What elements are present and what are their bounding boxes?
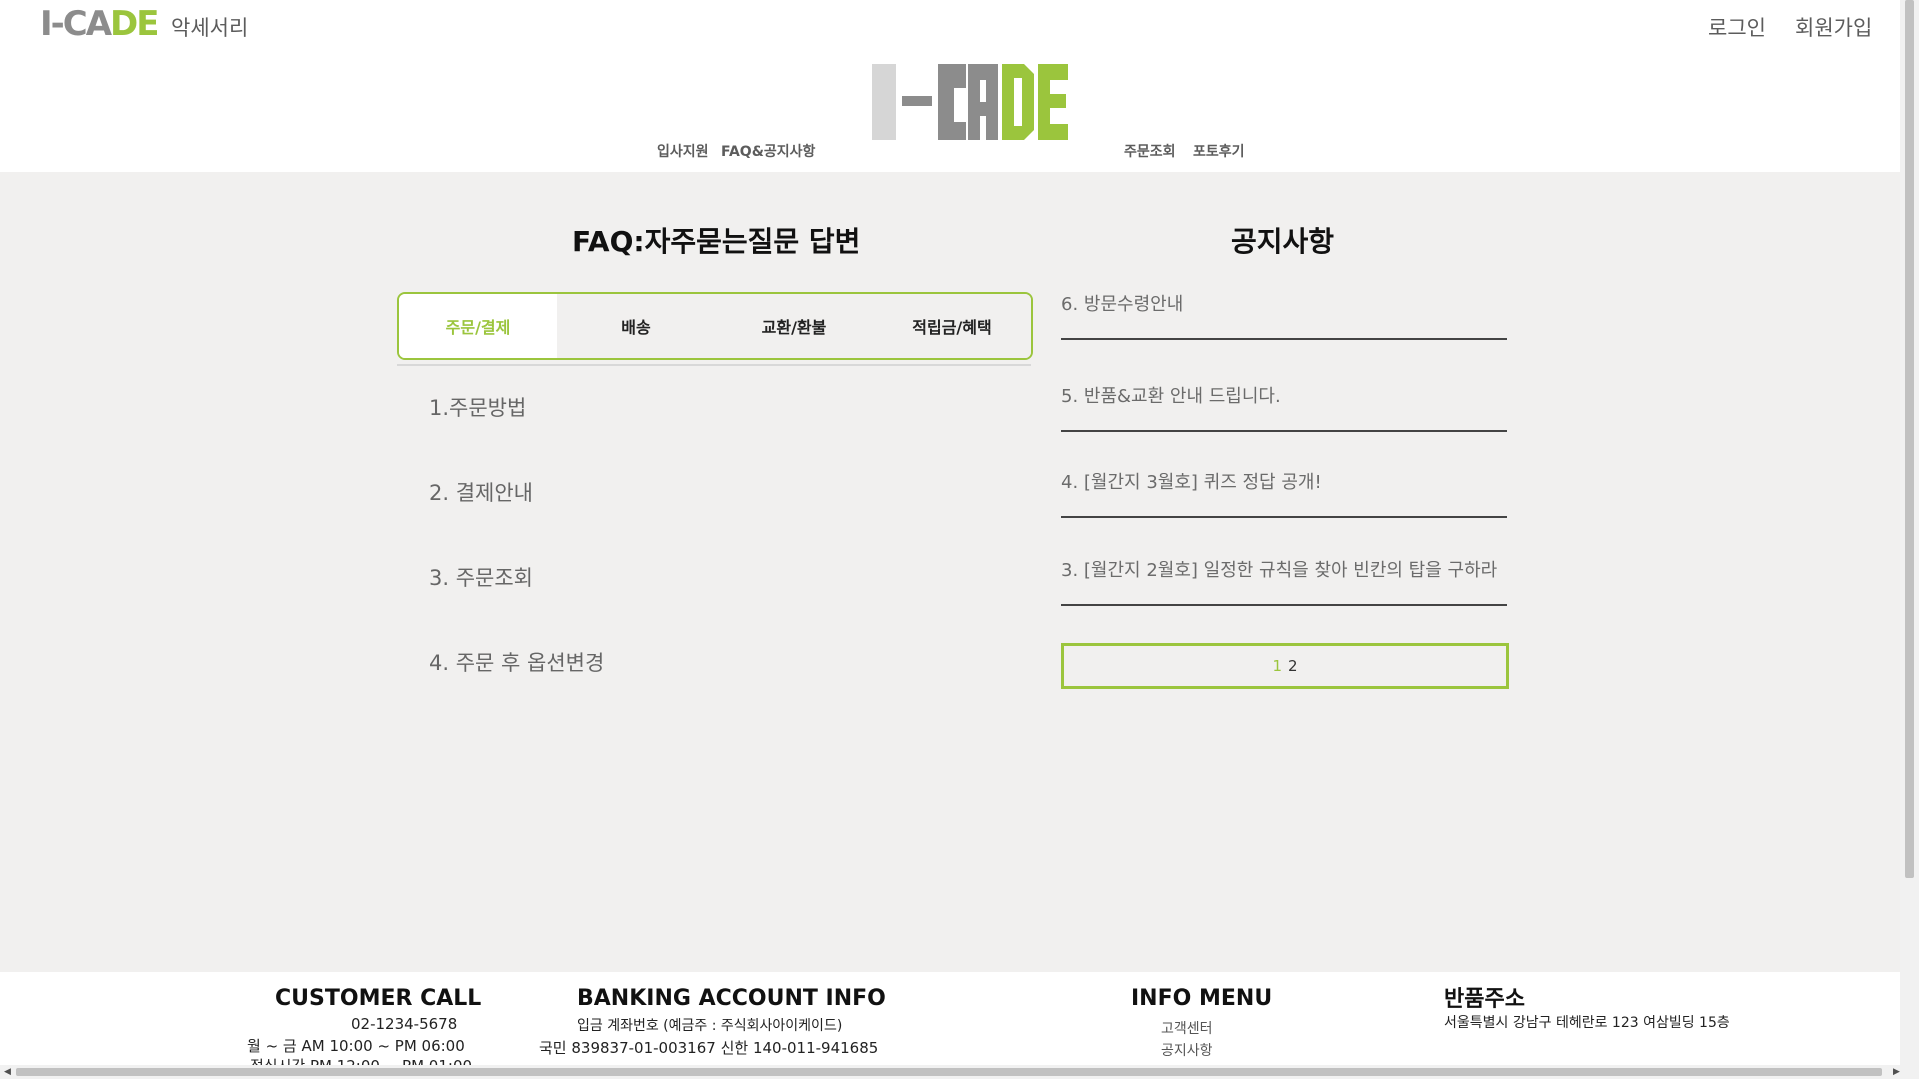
tab-points-benefits[interactable]: 적립금/혜택 bbox=[873, 294, 1031, 358]
faq-item[interactable]: 4. 주문 후 옵션변경 bbox=[429, 647, 604, 677]
customer-call-lunch: 점심시간 PM 12:00 ~ PM 01:00 bbox=[250, 1055, 472, 1065]
info-menu-customer-center[interactable]: 고객센터 bbox=[1161, 1018, 1213, 1038]
header: I -CA DE 악세서리 로그인 회원가입 입사지원 FAQ&공지사항 주문조… bbox=[0, 0, 1900, 172]
nav-careers[interactable]: 입사지원 bbox=[657, 141, 709, 161]
page: I -CA DE 악세서리 로그인 회원가입 입사지원 FAQ&공지사항 주문조… bbox=[0, 0, 1919, 1079]
tabs-divider bbox=[397, 364, 1031, 366]
signup-link[interactable]: 회원가입 bbox=[1795, 12, 1872, 42]
site-logo[interactable]: I -CA DE bbox=[40, 4, 160, 44]
notice-item[interactable]: 6. 방문수령안내 bbox=[1061, 290, 1507, 340]
page-link-2[interactable]: 2 bbox=[1288, 657, 1298, 675]
notice-item-label: 5. 반품&교환 안내 드립니다. bbox=[1061, 386, 1281, 407]
logo-part-3: DE bbox=[110, 4, 159, 44]
horizontal-scrollbar[interactable]: ◀ ▶ bbox=[0, 1065, 1919, 1079]
notice-item-label: 6. 방문수령안내 bbox=[1061, 294, 1184, 315]
tab-shipping[interactable]: 배송 bbox=[557, 294, 715, 358]
return-address: 서울특별시 강남구 테헤란로 123 여삼빌딩 15층 bbox=[1444, 1015, 1730, 1031]
banking-line-1: 입금 계좌번호 (예금주 : 주식회사아이케이드) bbox=[577, 1018, 843, 1034]
faq-item[interactable]: 2. 결제안내 bbox=[429, 477, 533, 507]
customer-call-phone: 02-1234-5678 bbox=[351, 1015, 458, 1033]
faq-title: FAQ:자주묻는질문 답변 bbox=[572, 225, 861, 258]
nav-faq-notice[interactable]: FAQ&공지사항 bbox=[721, 141, 815, 161]
banking-title: BANKING ACCOUNT INFO bbox=[577, 986, 886, 1011]
login-link[interactable]: 로그인 bbox=[1708, 12, 1766, 42]
logo-part-1: I bbox=[40, 4, 53, 44]
horizontal-scroll-thumb[interactable] bbox=[16, 1068, 1882, 1076]
notice-item[interactable]: 4. [월간지 3월호] 퀴즈 정답 공개! bbox=[1061, 468, 1507, 518]
vertical-scrollbar[interactable] bbox=[1900, 0, 1919, 1065]
nav-order-lookup[interactable]: 주문조회 bbox=[1124, 141, 1176, 161]
footer: CUSTOMER CALL 02-1234-5678 월 ~ 금 AM 10:0… bbox=[0, 972, 1900, 1065]
customer-call-title: CUSTOMER CALL bbox=[275, 986, 482, 1011]
scroll-right-arrow-icon[interactable]: ▶ bbox=[1893, 1065, 1900, 1079]
info-menu-title: INFO MENU bbox=[1131, 986, 1273, 1011]
tab-order-payment[interactable]: 주문/결제 bbox=[399, 294, 557, 358]
page-link-1[interactable]: 1 bbox=[1272, 657, 1282, 675]
notice-item[interactable]: 5. 반품&교환 안내 드립니다. bbox=[1061, 382, 1507, 432]
vertical-scroll-thumb[interactable] bbox=[1905, 0, 1914, 878]
notice-item[interactable]: 3. [월간지 2월호] 일정한 규칙을 찾아 빈칸의 탑을 구하라 bbox=[1061, 556, 1507, 606]
scroll-left-arrow-icon[interactable]: ◀ bbox=[4, 1065, 11, 1079]
notice-item-label: 3. [월간지 2월호] 일정한 규칙을 찾아 빈칸의 탑을 구하라 bbox=[1061, 560, 1498, 581]
category-link[interactable]: 악세서리 bbox=[171, 12, 248, 42]
faq-item[interactable]: 3. 주문조회 bbox=[429, 562, 533, 592]
faq-item[interactable]: 1.주문방법 bbox=[429, 392, 526, 422]
logo-part-2: -CA bbox=[50, 4, 112, 44]
customer-call-hours: 월 ~ 금 AM 10:00 ~ PM 06:00 bbox=[247, 1037, 465, 1055]
notice-title: 공지사항 bbox=[1231, 225, 1335, 258]
tab-exchange-refund[interactable]: 교환/환불 bbox=[715, 294, 873, 358]
banking-line-2: 국민 839837-01-003167 신한 140-011-941685 bbox=[539, 1039, 879, 1057]
pagination: 1 2 bbox=[1061, 643, 1509, 689]
return-address-title: 반품주소 bbox=[1444, 987, 1525, 1012]
info-menu-notice[interactable]: 공지사항 bbox=[1161, 1040, 1213, 1060]
nav-photo-review[interactable]: 포토후기 bbox=[1193, 141, 1245, 161]
notice-item-label: 4. [월간지 3월호] 퀴즈 정답 공개! bbox=[1061, 472, 1322, 493]
faq-tabs: 주문/결제 배송 교환/환불 적립금/혜택 bbox=[397, 292, 1033, 360]
main-logo[interactable] bbox=[872, 64, 1068, 146]
